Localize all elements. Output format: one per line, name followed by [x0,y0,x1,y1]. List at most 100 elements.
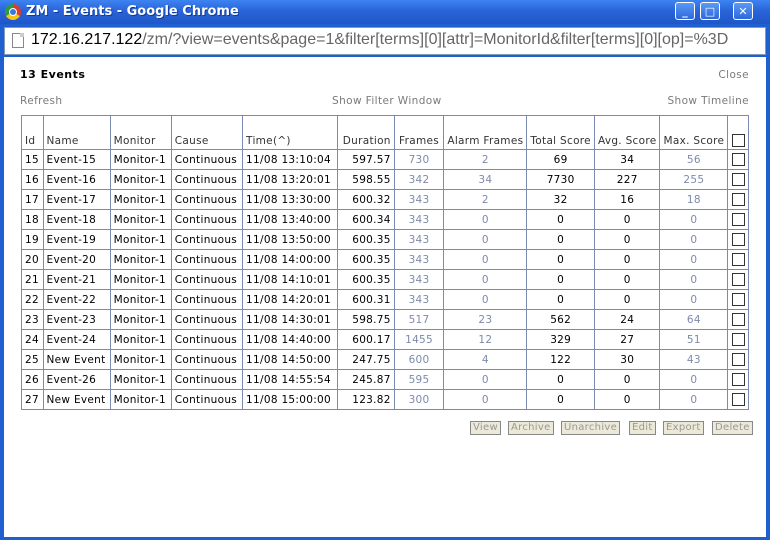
event-id[interactable]: 23 [21,309,44,330]
event-id[interactable]: 16 [21,169,44,190]
view-button[interactable]: View [470,421,501,435]
row-select-checkbox[interactable] [731,313,745,326]
row-select-checkbox[interactable] [731,173,745,186]
delete-button[interactable]: Delete [712,421,753,435]
show-filter-window-link[interactable]: Show Filter Window [332,95,442,107]
event-frames[interactable]: 342 [393,169,445,190]
event-id[interactable]: 25 [21,349,44,370]
event-max-score[interactable]: 56 [659,149,729,170]
row-select-checkbox[interactable] [731,153,745,166]
event-cause[interactable]: Continuous [170,189,244,210]
event-id[interactable]: 21 [21,269,44,290]
event-name[interactable]: Event-17 [42,189,111,210]
event-cause[interactable]: Continuous [170,149,244,170]
event-cause[interactable]: Continuous [170,209,244,230]
event-alarm-frames[interactable]: 0 [443,249,528,270]
row-select-checkbox[interactable] [731,333,745,346]
event-cause[interactable]: Continuous [170,269,244,290]
event-frames[interactable]: 1455 [393,329,445,350]
event-max-score[interactable]: 0 [659,289,729,310]
event-alarm-frames[interactable]: 23 [443,309,528,330]
event-cause[interactable]: Continuous [170,329,244,350]
event-frames[interactable]: 343 [393,269,445,290]
event-max-score[interactable]: 0 [659,249,729,270]
column-header-time[interactable]: Time(^) [242,115,339,150]
event-id[interactable]: 18 [21,209,44,230]
event-max-score[interactable]: 18 [659,189,729,210]
event-frames[interactable]: 343 [393,189,445,210]
minimize-button[interactable]: _ [675,2,695,20]
event-frames[interactable]: 600 [393,349,445,370]
event-max-score[interactable]: 0 [659,369,729,390]
event-alarm-frames[interactable]: 2 [443,189,528,210]
event-cause[interactable]: Continuous [170,289,244,310]
event-name[interactable]: New Event [42,349,111,370]
event-frames[interactable]: 300 [393,389,445,410]
event-alarm-frames[interactable]: 0 [443,269,528,290]
event-name[interactable]: Event-16 [42,169,111,190]
maximize-button[interactable]: □ [700,2,720,20]
event-name[interactable]: Event-19 [42,229,111,250]
row-select-checkbox[interactable] [731,373,745,386]
url-text[interactable]: 172.16.217.122/zm/?view=events&page=1&fi… [31,31,728,49]
address-bar[interactable]: 172.16.217.122/zm/?view=events&page=1&fi… [4,27,766,55]
event-max-score[interactable]: 64 [659,309,729,330]
event-cause[interactable]: Continuous [170,249,244,270]
event-frames[interactable]: 595 [393,369,445,390]
event-name[interactable]: Event-22 [42,289,111,310]
select-all-checkbox[interactable] [731,134,745,147]
event-cause[interactable]: Continuous [170,169,244,190]
row-select-checkbox[interactable] [731,393,745,406]
event-frames[interactable]: 343 [393,209,445,230]
row-select-checkbox[interactable] [731,193,745,206]
event-max-score[interactable]: 0 [659,389,729,410]
event-id[interactable]: 22 [21,289,44,310]
refresh-link[interactable]: Refresh [20,95,62,107]
event-cause[interactable]: Continuous [170,229,244,250]
row-select-checkbox[interactable] [731,353,745,366]
event-id[interactable]: 19 [21,229,44,250]
event-name[interactable]: Event-18 [42,209,111,230]
event-max-score[interactable]: 51 [659,329,729,350]
export-button[interactable]: Export [663,421,704,435]
edit-button[interactable]: Edit [629,421,656,435]
event-max-score[interactable]: 43 [659,349,729,370]
event-name[interactable]: Event-26 [42,369,111,390]
event-name[interactable]: Event-24 [42,329,111,350]
event-frames[interactable]: 343 [393,289,445,310]
event-cause[interactable]: Continuous [170,369,244,390]
row-select-checkbox[interactable] [731,213,745,226]
event-max-score[interactable]: 0 [659,269,729,290]
event-alarm-frames[interactable]: 0 [443,229,528,250]
event-name[interactable]: Event-15 [42,149,111,170]
row-select-checkbox[interactable] [731,233,745,246]
event-cause[interactable]: Continuous [170,309,244,330]
event-name[interactable]: New Event [42,389,111,410]
row-select-checkbox[interactable] [731,273,745,286]
event-frames[interactable]: 343 [393,249,445,270]
event-alarm-frames[interactable]: 0 [443,389,528,410]
row-select-checkbox[interactable] [731,253,745,266]
row-select-checkbox[interactable] [731,293,745,306]
event-id[interactable]: 24 [21,329,44,350]
event-frames[interactable]: 730 [393,149,445,170]
event-frames[interactable]: 343 [393,229,445,250]
event-alarm-frames[interactable]: 12 [443,329,528,350]
event-id[interactable]: 17 [21,189,44,210]
event-alarm-frames[interactable]: 34 [443,169,528,190]
event-max-score[interactable]: 0 [659,209,729,230]
event-max-score[interactable]: 0 [659,229,729,250]
event-alarm-frames[interactable]: 0 [443,369,528,390]
event-alarm-frames[interactable]: 0 [443,209,528,230]
event-name[interactable]: Event-23 [42,309,111,330]
event-alarm-frames[interactable]: 0 [443,289,528,310]
archive-button[interactable]: Archive [508,421,554,435]
show-timeline-link[interactable]: Show Timeline [667,95,749,107]
event-id[interactable]: 15 [21,149,44,170]
event-name[interactable]: Event-20 [42,249,111,270]
close-link[interactable]: Close [718,69,749,81]
event-id[interactable]: 20 [21,249,44,270]
unarchive-button[interactable]: Unarchive [561,421,621,435]
event-id[interactable]: 27 [21,389,44,410]
event-name[interactable]: Event-21 [42,269,111,290]
